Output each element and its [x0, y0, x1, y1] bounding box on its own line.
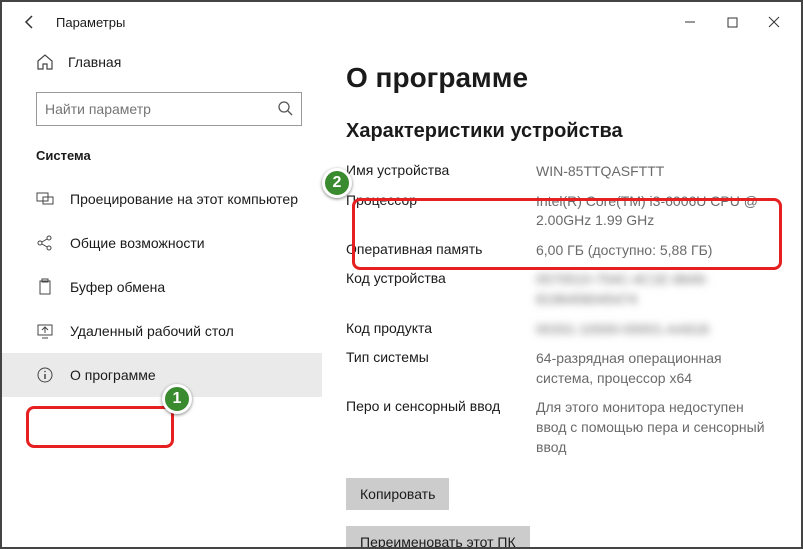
- window-title: Параметры: [56, 15, 125, 30]
- content-pane: О программе Характеристики устройства Им…: [322, 42, 801, 547]
- spec-row-device-id: Код устройства 0570510-754C-4C1E-9649-81…: [346, 265, 773, 314]
- sidebar: Главная Система Проецирование на этот ко…: [2, 42, 322, 547]
- sidebar-item-label: О программе: [70, 367, 156, 383]
- spec-label: Код устройства: [346, 270, 536, 309]
- callout-1: 1: [162, 384, 192, 414]
- spec-row-system-type: Тип системы 64-разрядная операционная си…: [346, 344, 773, 393]
- spec-value: Для этого монитора недоступен ввод с пом…: [536, 398, 773, 457]
- back-button[interactable]: [18, 10, 42, 34]
- rename-pc-button[interactable]: Переименовать этот ПК: [346, 526, 530, 547]
- spec-row-ram: Оперативная память 6,00 ГБ (доступно: 5,…: [346, 236, 773, 266]
- spec-label: Имя устройства: [346, 162, 536, 182]
- sidebar-item-clipboard[interactable]: Буфер обмена: [2, 265, 322, 309]
- shared-icon: [36, 234, 54, 252]
- sidebar-item-label: Удаленный рабочий стол: [70, 323, 234, 339]
- maximize-button[interactable]: [711, 7, 753, 37]
- sidebar-item-label: Общие возможности: [70, 235, 205, 251]
- search-icon: [277, 100, 293, 119]
- spec-label: Перо и сенсорный ввод: [346, 398, 536, 457]
- home-icon: [36, 53, 54, 71]
- spec-row-pen-touch: Перо и сенсорный ввод Для этого монитора…: [346, 393, 773, 462]
- section-heading: Характеристики устройства: [346, 120, 773, 143]
- section-title: Система: [2, 144, 322, 177]
- spec-label: Код продукта: [346, 320, 536, 340]
- home-link[interactable]: Главная: [2, 42, 322, 82]
- spec-value: 00331-10000-00001-AA618: [536, 320, 773, 340]
- clipboard-icon: [36, 278, 54, 296]
- copy-button[interactable]: Копировать: [346, 478, 449, 510]
- settings-window: Параметры Главная: [0, 0, 803, 549]
- spec-row-device-name: Имя устройства WIN-85TTQASFTTT: [346, 157, 773, 187]
- spec-value: 64-разрядная операционная система, проце…: [536, 349, 773, 388]
- page-title: О программе: [346, 62, 773, 94]
- minimize-button[interactable]: [669, 7, 711, 37]
- sidebar-item-shared[interactable]: Общие возможности: [2, 221, 322, 265]
- spec-value: 6,00 ГБ (доступно: 5,88 ГБ): [536, 241, 773, 261]
- spec-label: Оперативная память: [346, 241, 536, 261]
- home-label: Главная: [68, 54, 121, 70]
- sidebar-item-label: Проецирование на этот компьютер: [70, 191, 298, 207]
- spec-row-processor: Процессор Intel(R) Core(TM) i3-6006U CPU…: [346, 187, 773, 236]
- sidebar-item-label: Буфер обмена: [70, 279, 165, 295]
- sidebar-item-about[interactable]: О программе: [2, 353, 322, 397]
- titlebar: Параметры: [2, 2, 801, 42]
- search-input[interactable]: [45, 101, 277, 117]
- spec-value: Intel(R) Core(TM) i3-6006U CPU @ 2.00GHz…: [536, 192, 773, 231]
- search-box[interactable]: [36, 92, 302, 126]
- sidebar-item-project[interactable]: Проецирование на этот компьютер: [2, 177, 322, 221]
- window-controls: [669, 7, 795, 37]
- spec-value: 0570510-754C-4C1E-9649-8196456045474: [536, 270, 773, 309]
- sidebar-item-remote[interactable]: Удаленный рабочий стол: [2, 309, 322, 353]
- callout-2: 2: [322, 168, 352, 198]
- close-button[interactable]: [753, 7, 795, 37]
- info-icon: [36, 366, 54, 384]
- spec-label: Тип системы: [346, 349, 536, 388]
- remote-icon: [36, 322, 54, 340]
- spec-value: WIN-85TTQASFTTT: [536, 162, 773, 182]
- spec-label: Процессор: [346, 192, 536, 231]
- project-icon: [36, 190, 54, 208]
- spec-row-product-id: Код продукта 00331-10000-00001-AA618: [346, 315, 773, 345]
